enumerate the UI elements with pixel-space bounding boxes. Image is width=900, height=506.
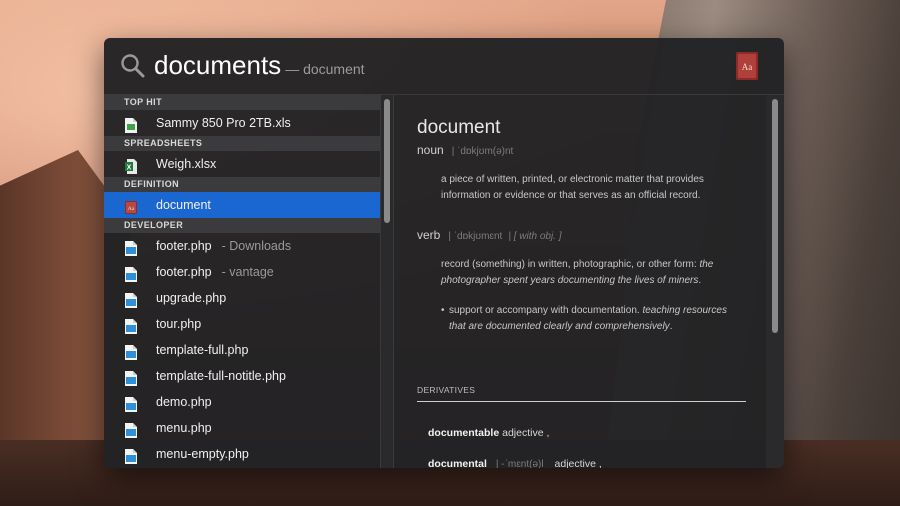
result-label: upgrade.php [156, 285, 226, 311]
search-completion: — document [285, 61, 365, 77]
derivative-item: documental | -ˈmɛnt(ə)l adjective , [428, 458, 602, 468]
php-file-icon [125, 395, 137, 412]
result-row[interactable]: Sammy 850 Pro 2TB.xls [104, 110, 380, 136]
php-file-icon [125, 265, 137, 282]
derivative-pos: adjective , [554, 458, 602, 468]
result-title: document [156, 198, 211, 212]
search-icon [121, 54, 145, 78]
derivative-item: documentable adjective , [428, 427, 549, 439]
verb-pronunciation: | ˈdɒkjʊmɛnt [448, 231, 503, 242]
result-row[interactable]: footer.php - Downloads [104, 233, 380, 259]
php-file-icon [125, 421, 137, 438]
derivative-pronunciation: | -ˈmɛnt(ə)l [495, 459, 544, 468]
section-header: TOP HIT [104, 95, 380, 110]
noun-pronunciation: | ˈdɒkjʊm(ə)nt [451, 146, 514, 157]
php-file-icon [125, 291, 137, 308]
result-title: demo.php [156, 395, 212, 409]
verb-sense-2-text: support or accompany with documentation. [449, 305, 640, 316]
result-title: upgrade.php [156, 291, 227, 305]
excel-file-icon: X [125, 157, 137, 174]
result-label: Sammy 850 Pro 2TB.xls [156, 110, 291, 136]
result-label: demo.php [156, 389, 212, 415]
noun-definition: a piece of written, printed, or electron… [441, 174, 704, 201]
dictionary-icon: Aa [125, 198, 137, 214]
result-row[interactable]: tour.php [104, 311, 380, 337]
result-label: menu-empty.php [156, 441, 249, 467]
derivative-word: documentable [428, 427, 500, 439]
section-header: SPREADSHEETS [104, 136, 380, 151]
php-file-icon [125, 317, 137, 334]
result-location: - Downloads [221, 239, 292, 253]
derivatives-rule [417, 401, 746, 402]
spotlight-search-bar[interactable]: documents — document Aa [104, 38, 784, 95]
result-title: footer.php [156, 239, 212, 253]
result-label: menu.php [156, 415, 212, 441]
php-file-icon [125, 343, 137, 360]
result-title: template-full.php [156, 343, 249, 357]
section-header: DEFINITION [104, 177, 380, 192]
result-label: template-full-notitle.php [156, 363, 286, 389]
result-row[interactable]: menu.php [104, 415, 380, 441]
svg-text:Aa: Aa [128, 206, 135, 212]
noun-line: noun | ˈdɒkjʊm(ə)nt [417, 141, 513, 159]
verb-line: verb | ˈdɒkjʊmɛnt | [ with obj. ] [417, 226, 562, 244]
definition-word: document [417, 117, 501, 138]
svg-text:Aa: Aa [742, 62, 753, 72]
result-location: - vantage [221, 265, 274, 279]
result-label: document [156, 192, 211, 218]
verb-sense-1-end: . [698, 274, 702, 286]
result-row[interactable]: footer.php - vantage [104, 259, 380, 285]
preview-scroll-thumb[interactable] [772, 99, 778, 333]
results-list: TOP HIT Sammy 850 Pro 2TB.xls SPREADSHEETS… [104, 95, 380, 468]
verb-sense-2: • support or accompany with documentatio… [441, 303, 741, 334]
php-file-icon [125, 239, 137, 256]
verb-pos: verb [417, 228, 441, 242]
result-row[interactable]: template-full.php [104, 337, 380, 363]
result-title: footer.php [156, 265, 212, 279]
result-label: tour.php [156, 311, 201, 337]
result-title: tour.php [156, 317, 202, 331]
result-row[interactable]: X Weigh.xlsx [104, 151, 380, 177]
preview-scrollbar[interactable] [766, 95, 784, 468]
result-title: template-full-notitle.php [156, 369, 286, 383]
result-title: Weigh.xlsx [156, 157, 217, 171]
result-row[interactable]: upgrade.php [104, 285, 380, 311]
dictionary-app-icon[interactable]: Aa [736, 52, 758, 80]
php-file-icon [125, 369, 137, 386]
search-input[interactable]: documents — document [154, 50, 365, 81]
verb-grammar-note: | [ with obj. ] [508, 231, 562, 242]
definition-preview: document noun | ˈdɒkjʊm(ə)nt a piece of w… [394, 95, 766, 468]
results-scrollbar[interactable] [380, 95, 393, 468]
verb-sense-1-text: record (something) in written, photograp… [441, 259, 697, 270]
result-row[interactable]: template-full-notitle.php [104, 363, 380, 389]
php-file-icon [125, 447, 137, 464]
spotlight-window: documents — document Aa TOP HIT Sammy 850 … [104, 38, 784, 468]
svg-text:X: X [127, 165, 132, 172]
result-title: menu-empty.php [156, 447, 249, 461]
search-query-text: documents [154, 50, 282, 80]
result-row[interactable]: Aa document [104, 192, 380, 218]
result-label: footer.php - vantage [156, 259, 274, 285]
result-row[interactable]: demo.php [104, 389, 380, 415]
result-label: template-full.php [156, 337, 248, 363]
verb-sense-2-end: . [669, 320, 673, 332]
bullet: • [441, 305, 445, 316]
section-header: DEVELOPER [104, 218, 380, 233]
result-label: footer.php - Downloads [156, 233, 291, 259]
result-row[interactable]: menu-empty.php [104, 441, 380, 467]
result-title: Sammy 850 Pro 2TB.xls [156, 116, 291, 130]
noun-pos: noun [417, 143, 444, 157]
derivatives-header: DERIVATIVES [417, 385, 476, 395]
result-label: Weigh.xlsx [156, 151, 216, 177]
derivative-word: documental [428, 458, 487, 468]
spreadsheet-doc-icon [125, 116, 137, 133]
verb-sense-1: record (something) in written, photograp… [441, 257, 741, 288]
result-title: menu.php [156, 421, 212, 435]
results-scroll-thumb[interactable] [384, 99, 390, 223]
derivative-pos: adjective , [502, 427, 550, 439]
